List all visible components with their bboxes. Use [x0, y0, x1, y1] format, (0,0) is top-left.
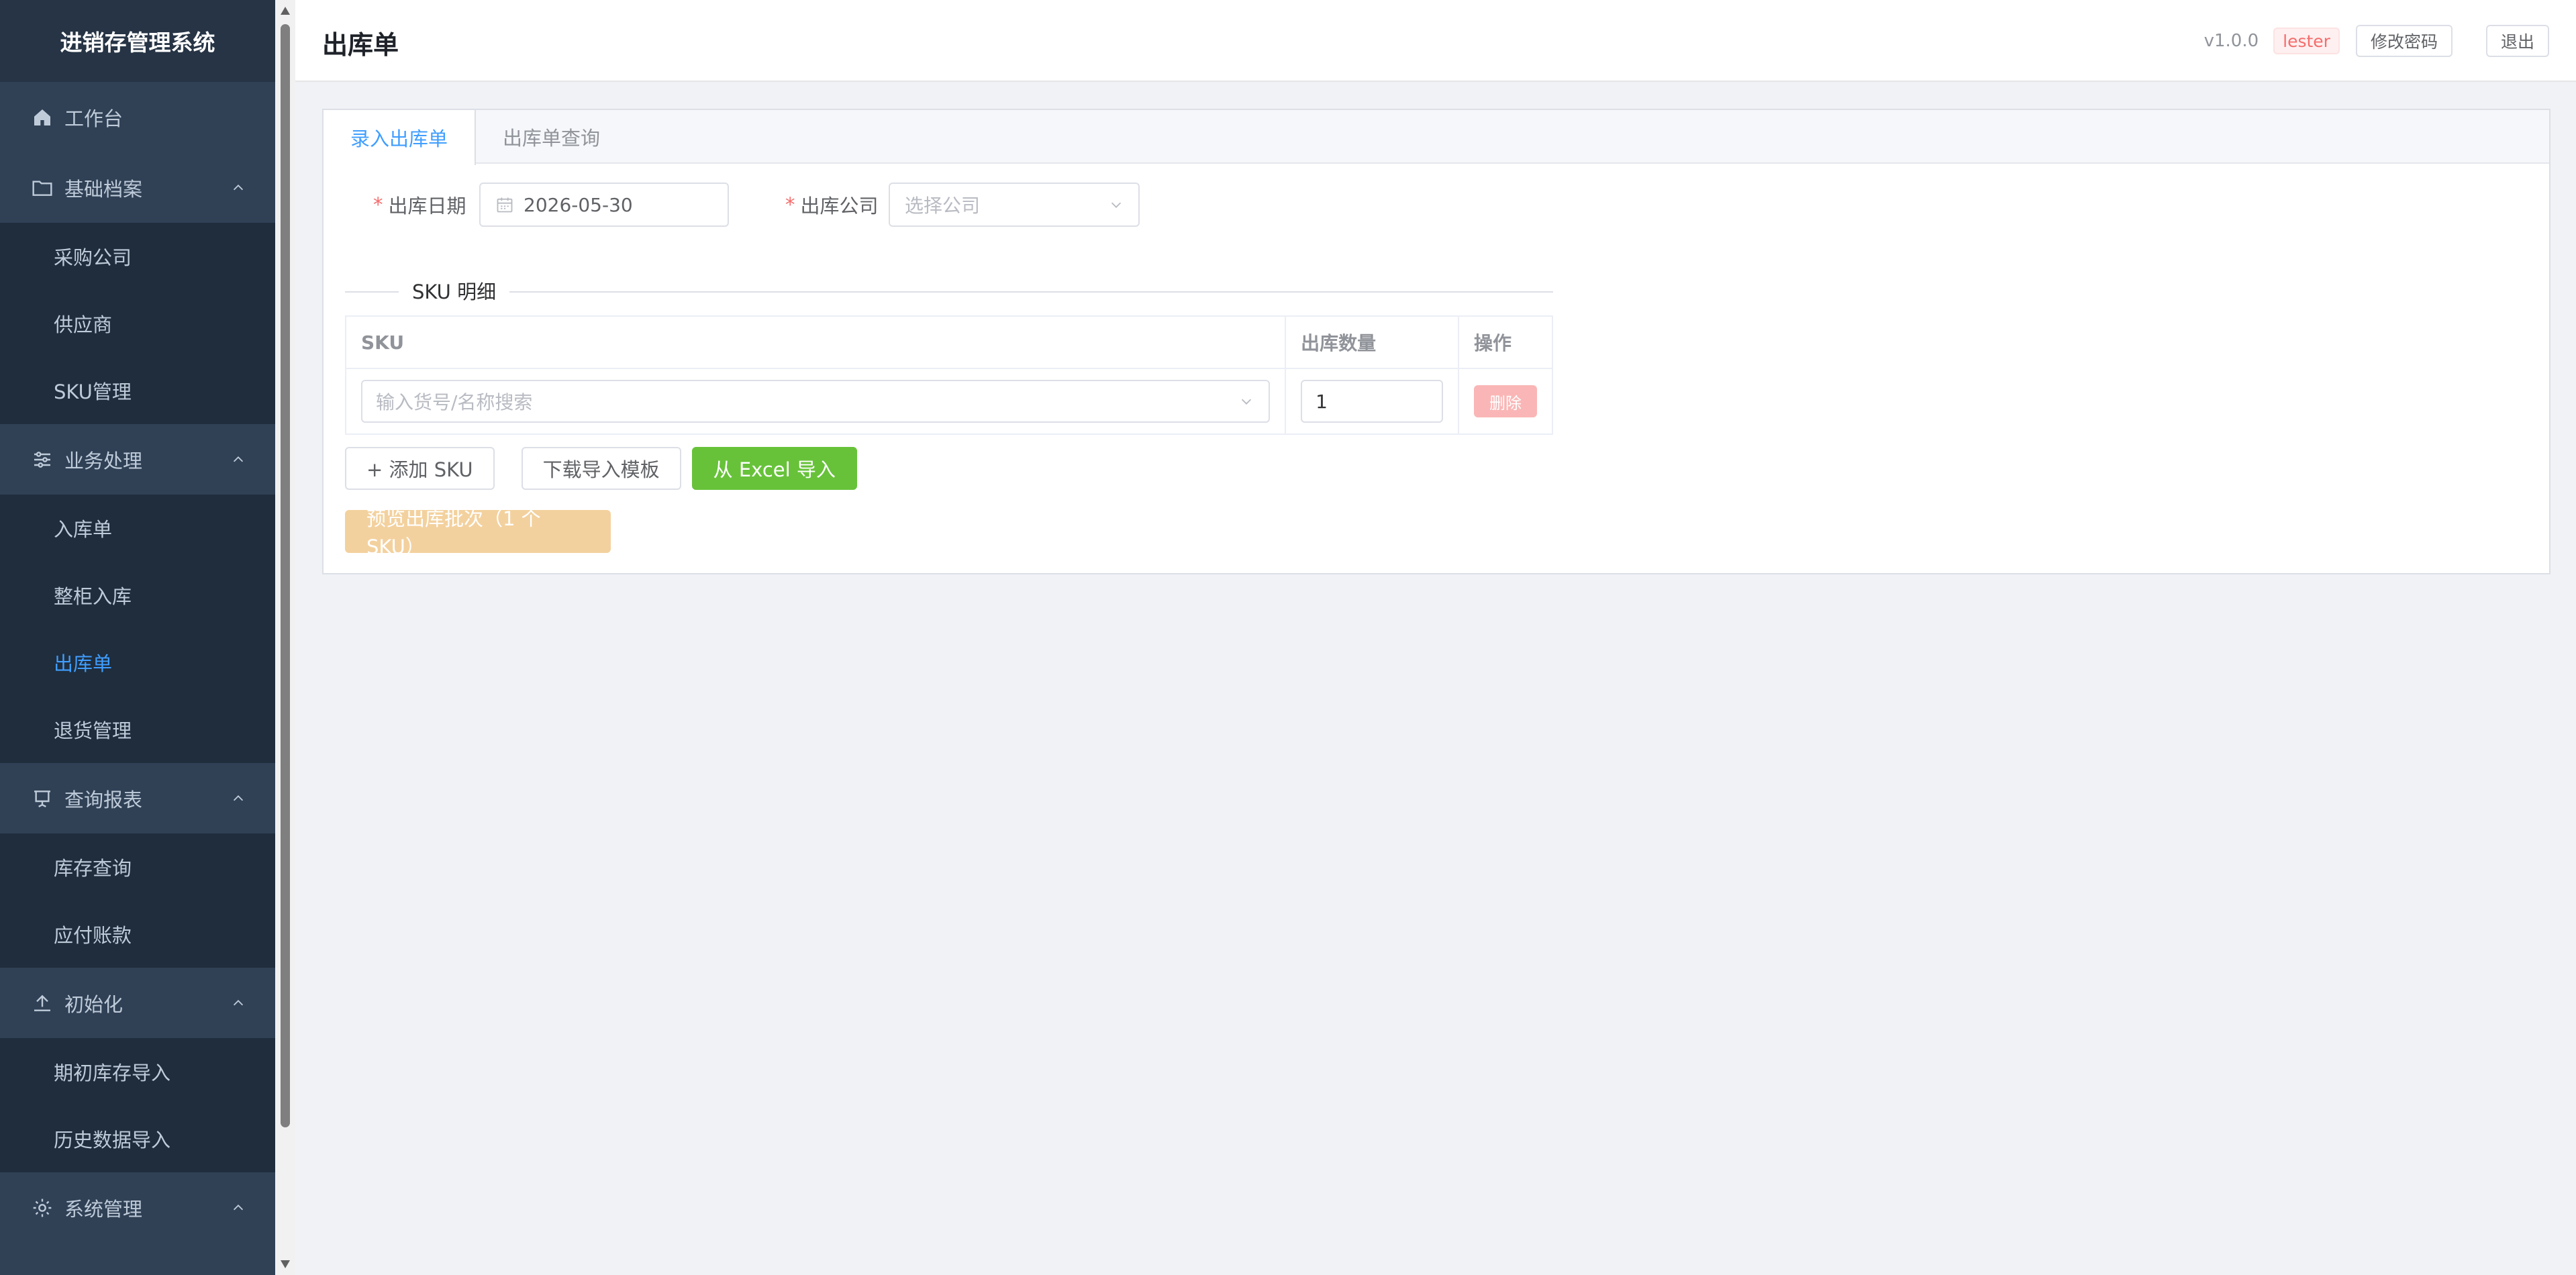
sidebar-group-basic-archive[interactable]: 基础档案: [0, 152, 275, 223]
scroll-up-arrow-icon[interactable]: [281, 7, 290, 15]
company-placeholder: 选择公司: [905, 195, 981, 217]
sidebar-item-inventory-query[interactable]: 库存查询: [0, 833, 275, 901]
sidebar-group-label: 初始化: [64, 992, 123, 1016]
date-picker[interactable]: 2026-05-30: [479, 183, 729, 227]
download-template-button[interactable]: 下载导入模板: [521, 447, 681, 490]
column-header-action: 操作: [1457, 315, 1554, 369]
tab-enter-outbound[interactable]: 录入出库单: [324, 110, 477, 165]
date-value: 2026-05-30: [524, 193, 633, 216]
sidebar-group-system[interactable]: 系统管理: [0, 1172, 275, 1243]
company-label-text: 出库公司: [800, 195, 879, 217]
preview-batch-button[interactable]: 预览出库批次（1 个SKU）: [345, 507, 611, 558]
top-header: 出库单 v1.0.0 lester 修改密码 退出: [295, 0, 2576, 82]
sliders-icon: [31, 448, 54, 471]
quantity-cell: 1: [1285, 368, 1459, 435]
chevron-up-icon: [233, 184, 244, 190]
action-cell: 删除: [1457, 368, 1554, 435]
table-row: 输入货号/名称搜索 1 删除: [344, 368, 1554, 435]
sidebar-item-dashboard[interactable]: 工作台: [0, 82, 275, 152]
sidebar-group-business[interactable]: 业务处理: [0, 424, 275, 495]
sidebar-scrollbar[interactable]: [275, 0, 295, 1275]
sku-section-title: SKU 明细: [399, 282, 510, 302]
sidebar-group-reports[interactable]: 查询报表: [0, 763, 275, 833]
required-mark: *: [785, 193, 795, 216]
table-header-row: SKU 出库数量 操作: [344, 315, 1554, 369]
sidebar-group-label: 系统管理: [64, 1197, 143, 1221]
sidebar-item-payables[interactable]: 应付账款: [0, 901, 275, 968]
chevron-up-icon: [233, 456, 244, 462]
sidebar: 进销存管理系统 工作台 基础档案 采购公司 供应商 SKU管理 业务处理 入库单…: [0, 0, 275, 1275]
chevron-down-icon: [1111, 202, 1122, 208]
company-label: * 出库公司: [785, 183, 879, 227]
outbound-form-card: 录入出库单 出库单查询 * 出库日期 2026-05-30 * 出库公司 选择公…: [322, 109, 2550, 574]
sku-search-select[interactable]: 输入货号/名称搜索: [361, 380, 1271, 423]
form-row: * 出库日期 2026-05-30 * 出库公司 选择公司: [324, 183, 2549, 227]
home-icon: [31, 106, 54, 129]
import-excel-button[interactable]: 从 Excel 导入: [691, 447, 857, 490]
sku-search-placeholder: 输入货号/名称搜索: [376, 391, 533, 413]
divider-line: [345, 291, 1553, 293]
sidebar-item-sku-management[interactable]: SKU管理: [0, 357, 275, 424]
date-label-text: 出库日期: [388, 195, 466, 217]
sidebar-group-label: 业务处理: [64, 449, 143, 472]
add-sku-button[interactable]: + 添加 SKU: [345, 447, 495, 490]
user-badge: lester: [2273, 28, 2340, 54]
sku-actions: + 添加 SKU 下载导入模板 从 Excel 导入: [345, 447, 857, 490]
chevron-up-icon: [233, 999, 244, 1005]
logout-button[interactable]: 退出: [2485, 25, 2549, 57]
scrollbar-thumb[interactable]: [281, 24, 290, 1127]
quantity-value: 1: [1316, 390, 1328, 413]
required-mark: *: [373, 193, 383, 216]
folder-icon: [31, 176, 54, 199]
sidebar-item-label: 工作台: [64, 107, 123, 130]
sidebar-group-label: 基础档案: [64, 177, 143, 201]
sidebar-item-opening-stock-import[interactable]: 期初库存导入: [0, 1038, 275, 1105]
chevron-down-icon: [1242, 399, 1252, 405]
version-label: v1.0.0: [2203, 31, 2259, 51]
company-select[interactable]: 选择公司: [889, 183, 1140, 227]
sidebar-group-init[interactable]: 初始化: [0, 968, 275, 1038]
gear-icon: [31, 1196, 54, 1219]
calendar-icon: [497, 197, 513, 213]
column-header-quantity: 出库数量: [1285, 315, 1459, 369]
chevron-up-icon: [233, 1204, 244, 1210]
sidebar-item-returns[interactable]: 退货管理: [0, 696, 275, 763]
scroll-down-arrow-icon[interactable]: [281, 1260, 290, 1268]
column-header-sku: SKU: [344, 315, 1287, 369]
change-password-button[interactable]: 修改密码: [2355, 25, 2453, 57]
delete-row-button[interactable]: 删除: [1473, 385, 1537, 417]
sidebar-item-history-import[interactable]: 历史数据导入: [0, 1105, 275, 1172]
sidebar-item-outbound[interactable]: 出库单: [0, 629, 275, 696]
quantity-input[interactable]: 1: [1301, 380, 1443, 423]
sku-table: SKU 出库数量 操作 输入货号/名称搜索 1 删除: [344, 315, 1554, 435]
sku-section-divider: SKU 明细: [345, 282, 1553, 302]
tab-outbound-query[interactable]: 出库单查询: [476, 110, 627, 164]
app-logo-title: 进销存管理系统: [0, 0, 275, 82]
presentation-icon: [31, 787, 54, 810]
date-label: * 出库日期: [373, 183, 466, 227]
tab-bar: 录入出库单 出库单查询: [324, 110, 2549, 165]
page-title: 出库单: [322, 30, 399, 60]
sidebar-group-label: 查询报表: [64, 788, 143, 811]
sidebar-item-supplier[interactable]: 供应商: [0, 290, 275, 357]
sku-cell: 输入货号/名称搜索: [344, 368, 1287, 435]
sidebar-item-container-inbound[interactable]: 整柜入库: [0, 562, 275, 629]
chevron-up-icon: [233, 795, 244, 801]
sidebar-item-inbound[interactable]: 入库单: [0, 495, 275, 562]
upload-icon: [31, 992, 54, 1015]
sidebar-item-purchase-company[interactable]: 采购公司: [0, 223, 275, 290]
